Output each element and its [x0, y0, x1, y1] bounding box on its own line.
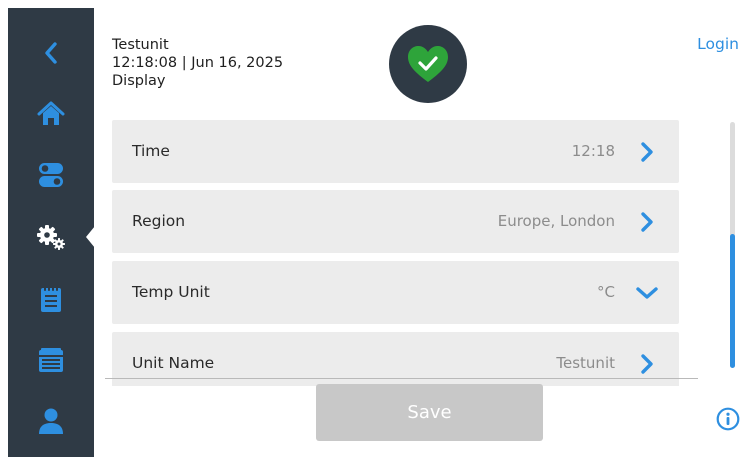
setting-label: Region	[132, 212, 186, 230]
setting-value: Europe, London	[497, 212, 615, 230]
toggle-icon	[39, 163, 63, 187]
chevron-right-icon	[641, 354, 653, 374]
user-button[interactable]	[8, 392, 94, 450]
sidebar	[8, 8, 95, 457]
active-indicator	[86, 226, 95, 248]
chevron-right-icon	[641, 212, 653, 232]
scrollbar-thumb[interactable]	[730, 234, 735, 368]
home-icon	[37, 101, 65, 125]
controls-button[interactable]	[8, 146, 94, 204]
log-button[interactable]	[8, 270, 94, 328]
heart-check-icon	[408, 46, 448, 82]
list-divider	[105, 378, 698, 379]
calendar-icon	[39, 348, 63, 372]
back-button[interactable]	[8, 24, 94, 82]
info-icon[interactable]	[716, 407, 740, 431]
chevron-right-icon	[641, 142, 653, 162]
setting-row-region[interactable]: Region Europe, London	[112, 190, 679, 253]
app-window: Testunit 12:18:08 | Jun 16, 2025 Display…	[8, 8, 753, 457]
setting-value: °C	[597, 283, 615, 301]
setting-value: 12:18	[571, 142, 615, 160]
date-time: 12:18:08 | Jun 16, 2025	[112, 55, 284, 71]
user-icon	[39, 408, 63, 434]
scrollbar[interactable]	[730, 122, 735, 368]
settings-list: Time 12:18 Region Europe, London Temp Un…	[112, 120, 679, 386]
calendar-button[interactable]	[8, 331, 94, 389]
save-button[interactable]: Save	[316, 384, 543, 441]
settings-button[interactable]	[8, 208, 94, 266]
page-title: Display	[112, 73, 166, 89]
setting-row-time[interactable]: Time 12:18	[112, 120, 679, 183]
gears-icon	[37, 225, 65, 250]
unit-name: Testunit	[112, 37, 169, 53]
setting-row-temp-unit[interactable]: Temp Unit °C	[112, 261, 679, 324]
setting-label: Temp Unit	[132, 283, 210, 301]
chevron-left-icon	[45, 42, 57, 64]
notepad-icon	[41, 286, 61, 312]
setting-label: Time	[132, 142, 170, 160]
chevron-down-icon	[636, 287, 658, 299]
home-button[interactable]	[8, 85, 94, 143]
header-info: Testunit 12:18:08 | Jun 16, 2025 Display	[112, 36, 283, 90]
status-indicator[interactable]	[389, 25, 467, 103]
login-link[interactable]: Login	[697, 35, 739, 53]
